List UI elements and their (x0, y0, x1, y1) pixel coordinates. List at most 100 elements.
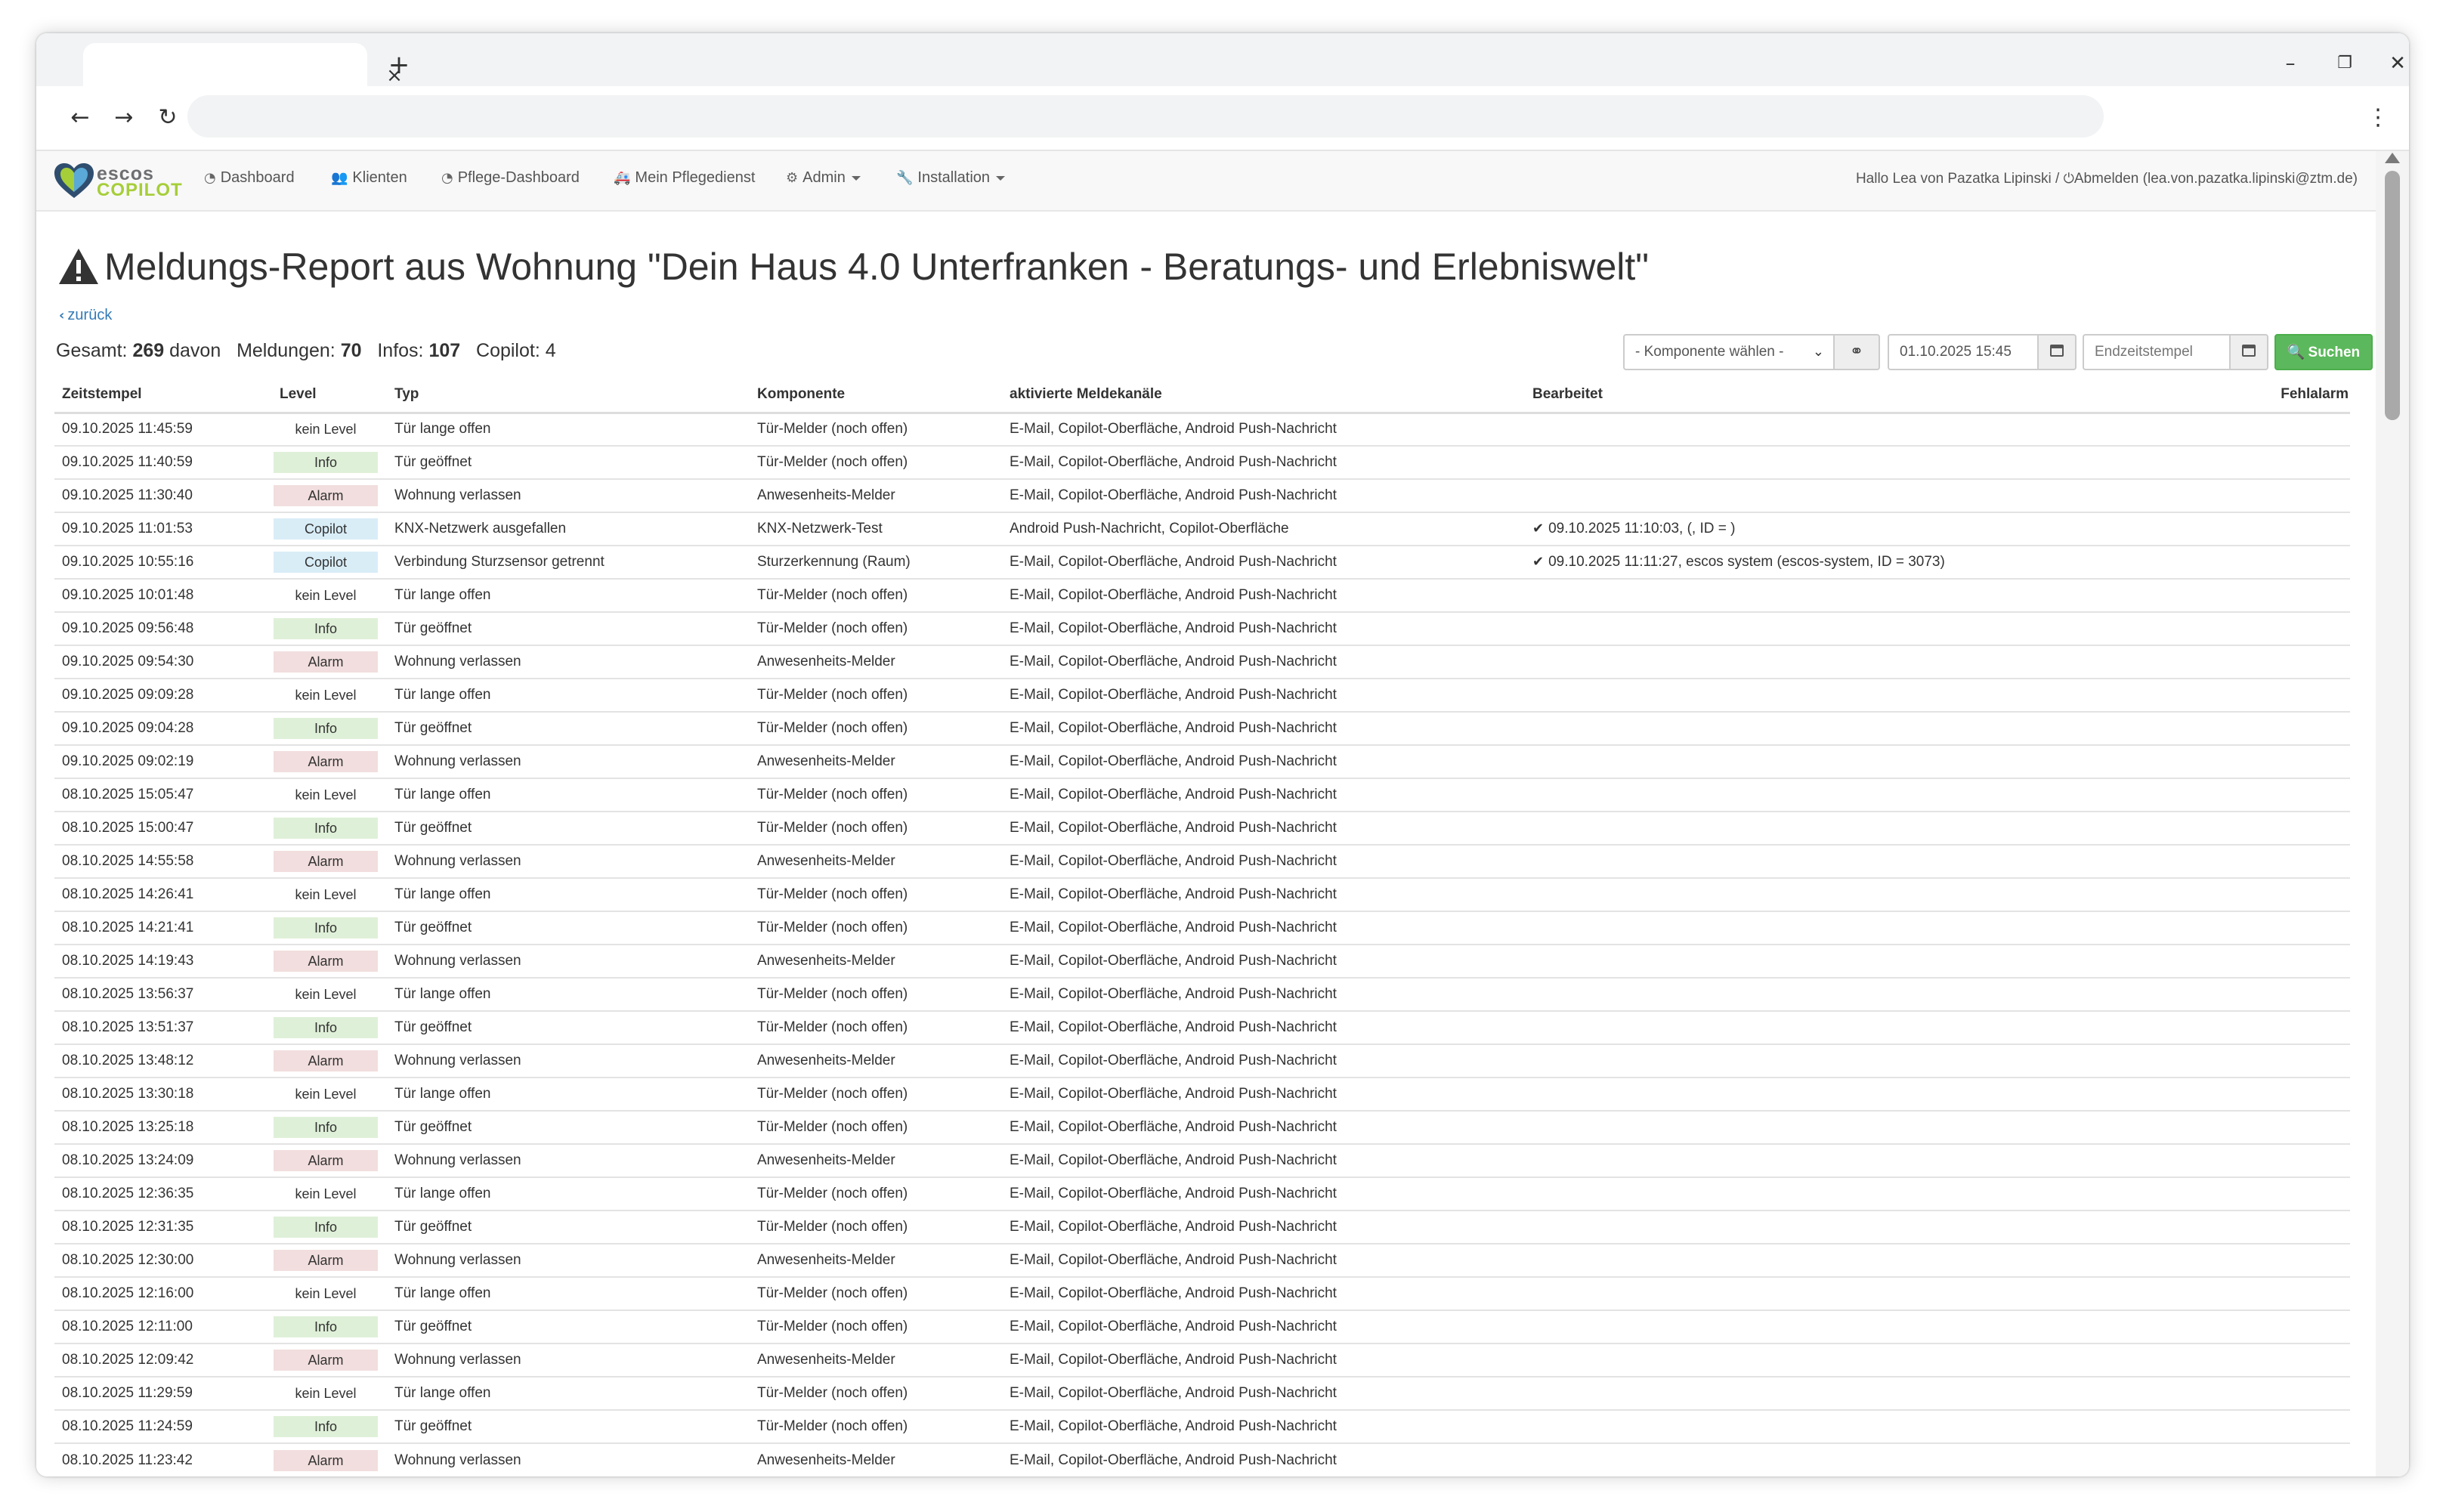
cell-false-alarm (2244, 1077, 2350, 1111)
table-row[interactable]: 08.10.2025 15:00:47 Info Tür geöffnet Tür-M… (54, 811, 2350, 845)
cell-timestamp: 08.10.2025 12:36:35 (54, 1177, 272, 1211)
binoculars-button[interactable]: ⚭ (1833, 334, 1880, 370)
cell-edited (1525, 1077, 2244, 1111)
logout-link[interactable]: ⏻Abmelden (lea.von.pazatka.lipinski@ztm.… (2064, 171, 2358, 187)
table-row[interactable]: 08.10.2025 14:19:43 Alarm Wohnung verlasse… (54, 944, 2350, 978)
start-timestamp-input[interactable]: 01.10.2025 15:45 (1888, 334, 2039, 370)
reload-icon[interactable]: ↻ (151, 101, 184, 135)
table-row[interactable]: 08.10.2025 13:30:18 kein Level Tür lange o… (54, 1077, 2350, 1111)
browser-menu-icon[interactable]: ⋮ (2367, 101, 2389, 135)
cell-type: Wohnung verlassen (387, 744, 750, 778)
cell-channels: E-Mail, Copilot-Oberfläche, Android Push… (1002, 877, 1525, 911)
table-row[interactable]: 08.10.2025 12:09:42 Alarm Wohnung verlasse… (54, 1343, 2350, 1377)
table-row[interactable]: 08.10.2025 12:16:00 kein Level Tür lange o… (54, 1276, 2350, 1310)
scrollbar-thumb[interactable] (2385, 171, 2400, 420)
cell-false-alarm (2244, 778, 2350, 812)
table-row[interactable]: 08.10.2025 13:24:09 Alarm Wohnung verlasse… (54, 1143, 2350, 1177)
table-row[interactable]: 09.10.2025 11:45:59 kein Level Tür lange o… (54, 412, 2350, 446)
cell-timestamp: 08.10.2025 12:30:00 (54, 1243, 272, 1277)
table-row[interactable]: 08.10.2025 11:24:59 Info Tür geöffnet Tür-M… (54, 1409, 2350, 1443)
col-header-edited[interactable]: Bearbeitet (1525, 378, 2244, 414)
table-row[interactable]: 08.10.2025 13:51:37 Info Tür geöffnet Tür-M… (54, 1010, 2350, 1044)
col-header-component[interactable]: Komponente (750, 378, 1002, 414)
component-select[interactable]: - Komponente wählen - ⌄ (1623, 334, 1835, 370)
col-header-false-alarm[interactable]: Fehlalarm (2244, 378, 2350, 414)
table-row[interactable]: 08.10.2025 13:56:37 kein Level Tür lange o… (54, 977, 2350, 1011)
minimize-icon[interactable]: – (2271, 48, 2309, 79)
end-calendar-button[interactable] (2229, 334, 2268, 370)
close-window-icon[interactable]: ✕ (2379, 48, 2409, 79)
table-row[interactable]: 08.10.2025 12:31:35 Info Tür geöffnet Tür-M… (54, 1210, 2350, 1244)
cell-level: Alarm (272, 478, 387, 512)
cell-component: Anwesenheits-Melder (750, 645, 1002, 679)
table-row[interactable]: 09.10.2025 09:54:30 Alarm Wohnung verlasse… (54, 645, 2350, 679)
table-row[interactable]: 09.10.2025 09:09:28 kein Level Tür lange o… (54, 678, 2350, 712)
table-row[interactable]: 09.10.2025 09:04:28 Info Tür geöffnet Tür-M… (54, 711, 2350, 745)
cell-level: Alarm (272, 944, 387, 978)
back-arrow-icon[interactable]: ← (63, 101, 97, 135)
table-row[interactable]: 09.10.2025 09:02:19 Alarm Wohnung verlasse… (54, 744, 2350, 778)
table-row[interactable]: 08.10.2025 14:26:41 kein Level Tür lange o… (54, 877, 2350, 911)
restore-icon[interactable]: ❐ (2326, 48, 2364, 79)
cell-channels: E-Mail, Copilot-Oberfläche, Android Push… (1002, 611, 1525, 645)
table-row[interactable]: 09.10.2025 11:40:59 Info Tür geöffnet Tür-M… (54, 445, 2350, 479)
table-row[interactable]: 08.10.2025 12:30:00 Alarm Wohnung verlasse… (54, 1243, 2350, 1277)
table-row[interactable]: 09.10.2025 11:01:53 Copilot KNX-Netzwerk a… (54, 512, 2350, 546)
vertical-scrollbar[interactable] (2376, 151, 2409, 1476)
table-row[interactable]: 09.10.2025 09:56:48 Info Tür geöffnet Tür-M… (54, 611, 2350, 645)
cell-edited (1525, 1343, 2244, 1377)
nav-admin-dropdown[interactable]: ⚙ Admin (786, 169, 861, 187)
col-header-level[interactable]: Level (272, 378, 387, 414)
browser-tab[interactable]: × (83, 43, 403, 87)
col-header-channels[interactable]: aktivierte Meldekanäle (1002, 378, 1525, 414)
start-calendar-button[interactable] (2037, 334, 2077, 370)
table-row[interactable]: 09.10.2025 10:01:48 kein Level Tür lange o… (54, 578, 2350, 612)
cell-type: Tür lange offen (387, 1077, 750, 1111)
search-button[interactable]: 🔍 Suchen (2274, 334, 2373, 370)
cell-component: Tür-Melder (noch offen) (750, 977, 1002, 1011)
table-row[interactable]: 09.10.2025 10:55:16 Copilot Verbindung Stu… (54, 545, 2350, 579)
cell-level: Info (272, 1010, 387, 1044)
table-row[interactable]: 08.10.2025 12:11:00 Info Tür geöffnet Tür-M… (54, 1309, 2350, 1343)
level-badge: Info (274, 1217, 378, 1238)
cell-channels: E-Mail, Copilot-Oberfläche, Android Push… (1002, 1044, 1525, 1078)
cell-type: Tür geöffnet (387, 1210, 750, 1244)
cell-level: Info (272, 1409, 387, 1443)
scroll-up-arrow-icon[interactable] (2385, 153, 2400, 163)
cell-level: kein Level (272, 578, 387, 612)
col-header-type[interactable]: Typ (387, 378, 750, 414)
nav-klienten[interactable]: 👥 Klienten (331, 169, 407, 187)
nav-installation-dropdown[interactable]: 🔧 Installation (896, 169, 1006, 187)
forward-arrow-icon[interactable]: → (107, 101, 141, 135)
nav-dashboard[interactable]: ◔ Dashboard (204, 169, 295, 187)
back-link[interactable]: ‹ zurück (59, 307, 112, 324)
cell-component: Tür-Melder (noch offen) (750, 1210, 1002, 1244)
table-row[interactable]: 08.10.2025 14:21:41 Info Tür geöffnet Tür-M… (54, 911, 2350, 945)
end-timestamp-input[interactable] (2083, 334, 2231, 370)
level-badge: kein Level (295, 588, 357, 603)
table-row[interactable]: 08.10.2025 11:23:42 Alarm Wohnung verlasse… (54, 1442, 2350, 1476)
escos-copilot-logo[interactable]: escos COPILOT (53, 162, 182, 201)
table-row[interactable]: 08.10.2025 13:48:12 Alarm Wohnung verlasse… (54, 1044, 2350, 1078)
cell-type: KNX-Netzwerk ausgefallen (387, 512, 750, 546)
cell-type: Tür geöffnet (387, 911, 750, 945)
cell-channels: E-Mail, Copilot-Oberfläche, Android Push… (1002, 1376, 1525, 1410)
cell-level: Alarm (272, 645, 387, 679)
cell-timestamp: 08.10.2025 12:16:00 (54, 1276, 272, 1310)
table-row[interactable]: 08.10.2025 12:36:35 kein Level Tür lange o… (54, 1177, 2350, 1211)
new-tab-icon[interactable]: + (384, 50, 414, 80)
cell-edited (1525, 877, 2244, 911)
nav-mein-pflegedienst[interactable]: 🚑 Mein Pflegedienst (614, 169, 755, 187)
address-bar[interactable] (187, 95, 2104, 138)
component-select-value: - Komponente wählen - (1635, 344, 1784, 360)
cell-component: Anwesenheits-Melder (750, 744, 1002, 778)
table-row[interactable]: 08.10.2025 13:25:18 Info Tür geöffnet Tür-M… (54, 1110, 2350, 1144)
col-header-timestamp[interactable]: Zeitstempel (54, 378, 272, 414)
cell-edited (1525, 911, 2244, 945)
table-row[interactable]: 08.10.2025 14:55:58 Alarm Wohnung verlasse… (54, 844, 2350, 878)
calendar-icon (2050, 345, 2064, 357)
table-row[interactable]: 08.10.2025 11:29:59 kein Level Tür lange o… (54, 1376, 2350, 1410)
nav-pflege-dashboard[interactable]: ◔ Pflege-Dashboard (441, 169, 580, 187)
table-row[interactable]: 08.10.2025 15:05:47 kein Level Tür lange o… (54, 778, 2350, 812)
table-row[interactable]: 09.10.2025 11:30:40 Alarm Wohnung verlasse… (54, 478, 2350, 512)
